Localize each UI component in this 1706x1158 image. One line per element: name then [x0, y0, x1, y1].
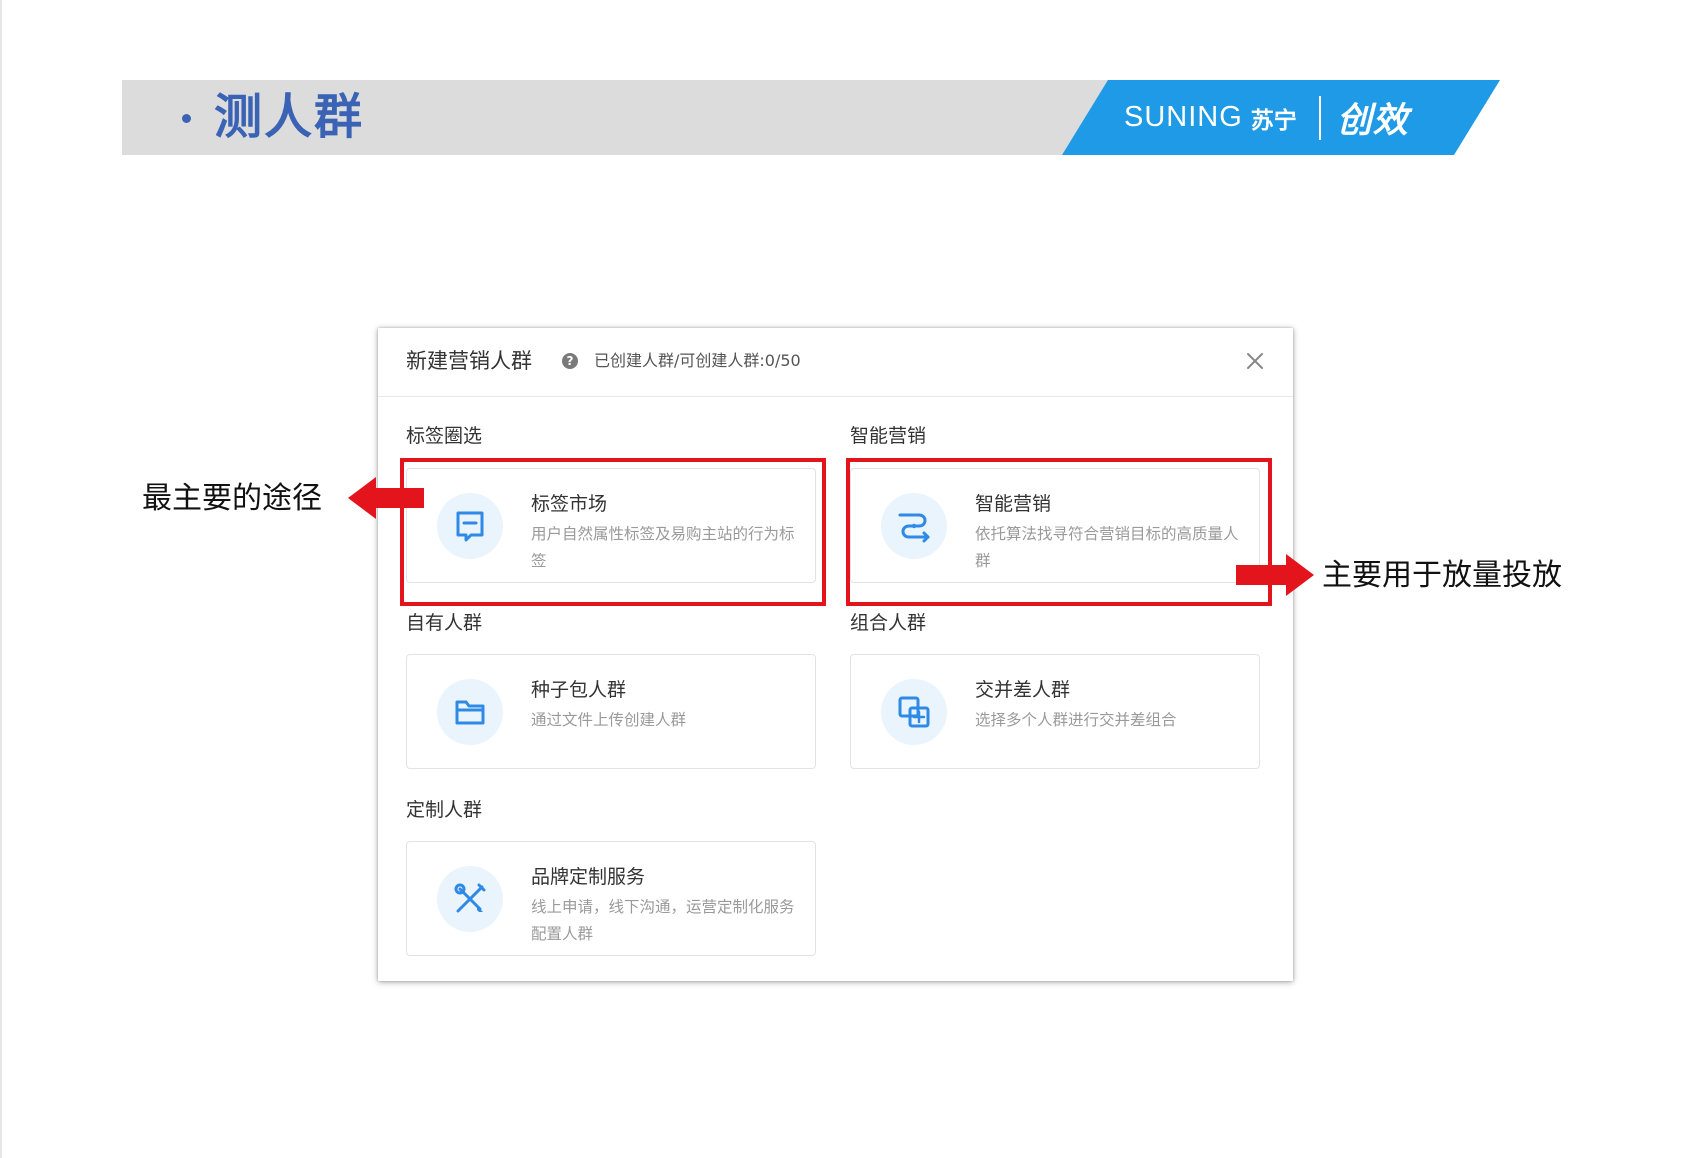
brand-chuangxiao-text: 创效	[1336, 101, 1409, 141]
dialog-header: 新建营销人群 ? 已创建人群/可创建人群:0/50	[378, 328, 1293, 397]
card-title: 品牌定制服务	[531, 866, 646, 888]
brand-suning-text: SUNING	[1124, 101, 1243, 133]
slide-title-bullet	[182, 114, 191, 123]
brand-logo: SUNING 苏宁 创效	[1124, 80, 1409, 155]
section-label-combined-audience: 组合人群	[850, 612, 927, 634]
card-title: 种子包人群	[531, 679, 627, 701]
annotation-main-path: 最主要的途径	[142, 481, 322, 516]
card-icon-circle	[437, 866, 503, 932]
highlight-box-smart-marketing	[846, 458, 1272, 606]
audience-count-text: 已创建人群/可创建人群:0/50	[594, 351, 801, 370]
brand-suning-cn-text: 苏宁	[1250, 107, 1297, 134]
section-label-tag-selection: 标签圈选	[406, 425, 483, 447]
card-description: 通过文件上传创建人群	[531, 711, 687, 729]
annotation-volume-delivery: 主要用于放量投放	[1322, 558, 1562, 593]
help-icon[interactable]: ?	[562, 353, 578, 369]
custom-tools-icon	[454, 883, 486, 913]
folder-icon	[455, 700, 485, 725]
card-seed-package-audience[interactable]: 种子包人群 通过文件上传创建人群	[406, 654, 816, 769]
card-title: 交并差人群	[975, 679, 1071, 701]
card-description: 线上申请，线下沟通，运营定制化服务配置人群	[531, 898, 795, 943]
slide-title: 测人群	[214, 89, 365, 145]
dialog-title: 新建营销人群	[406, 349, 532, 373]
slide-left-edge	[0, 0, 2, 1158]
section-label-custom-audience: 定制人群	[406, 799, 483, 821]
arrow-left-icon	[348, 477, 424, 519]
card-brand-custom-service[interactable]: 品牌定制服务 线上申请，线下沟通，运营定制化服务配置人群	[406, 841, 816, 956]
new-audience-dialog: 新建营销人群 ? 已创建人群/可创建人群:0/50 标签圈选 标签市场 用户自然…	[378, 328, 1293, 981]
card-icon-circle	[881, 679, 947, 745]
slide-header-banner: 测人群 SUNING 苏宁 创效	[122, 80, 1502, 155]
combine-squares-icon	[898, 696, 930, 728]
arrow-right-icon	[1236, 554, 1314, 596]
section-label-own-audience: 自有人群	[406, 612, 483, 634]
section-label-smart-marketing: 智能营销	[850, 425, 927, 447]
card-description: 选择多个人群进行交并差组合	[975, 711, 1177, 729]
highlight-box-tag-market	[400, 458, 826, 606]
brand-divider	[1318, 95, 1321, 140]
close-icon[interactable]	[1244, 350, 1266, 372]
card-icon-circle	[437, 679, 503, 745]
card-combine-audience[interactable]: 交并差人群 选择多个人群进行交并差组合	[850, 654, 1260, 769]
